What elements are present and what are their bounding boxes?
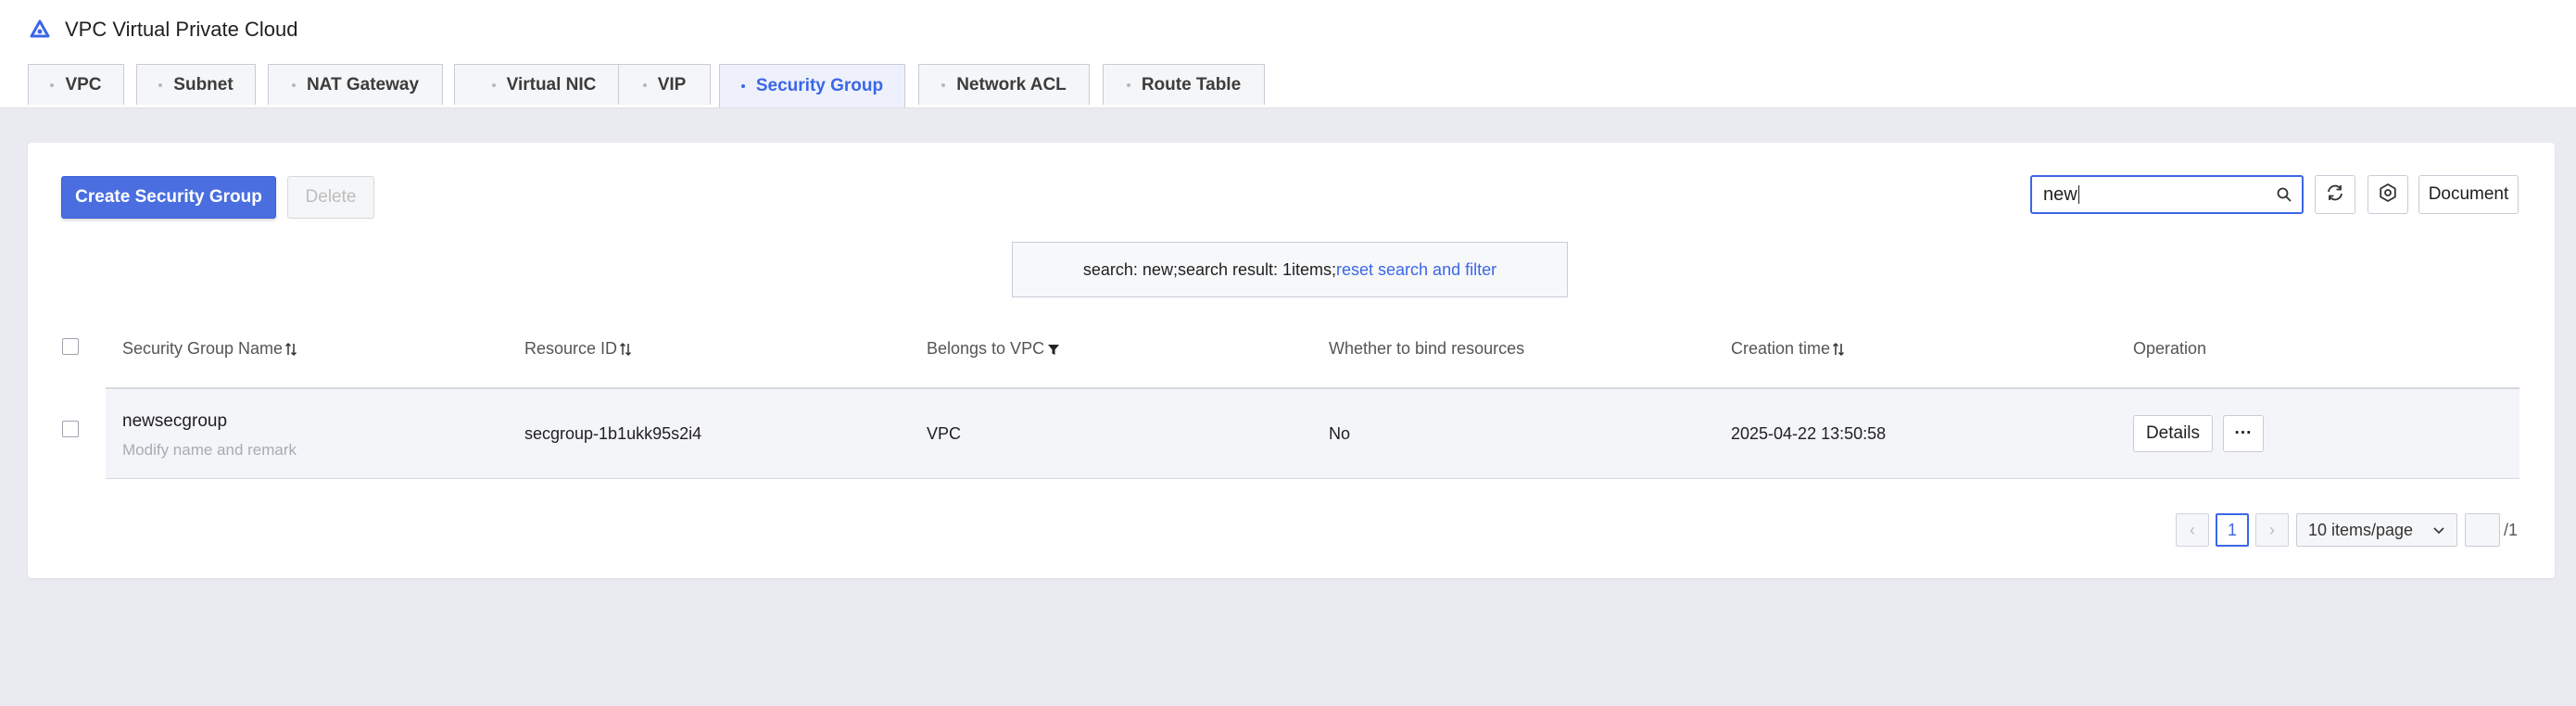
tab-label: Security Group <box>755 76 884 95</box>
tab-dot-icon <box>158 82 163 87</box>
tab-vpc[interactable]: VPC <box>28 64 124 105</box>
app-title: VPC Virtual Private Cloud <box>30 15 298 44</box>
tab-label: Subnet <box>173 74 234 95</box>
tab-dot-icon <box>740 84 745 88</box>
total-pages: /1 <box>2504 521 2519 539</box>
belongs-to-vpc: VPC <box>927 424 962 443</box>
tab-label: VIP <box>657 74 687 95</box>
details-button[interactable]: Details <box>2133 415 2213 452</box>
column-header-label: Creation time <box>1731 339 1831 358</box>
tab-label: Virtual NIC <box>506 74 597 95</box>
settings-button[interactable] <box>2368 175 2408 214</box>
top-bar: VPC Virtual Private Cloud VPC Subnet NAT… <box>0 0 2576 108</box>
table-row: newsecgroup Modify name and remark secgr… <box>106 389 2519 479</box>
content-card: Create Security Group Delete new Documen… <box>28 143 2555 578</box>
tab-dot-icon <box>1126 82 1130 87</box>
tab-dot-icon <box>50 82 55 87</box>
tab-dot-icon <box>642 82 647 87</box>
filter-icon[interactable] <box>1047 342 1060 357</box>
sort-icon[interactable] <box>619 341 632 358</box>
gear-icon <box>2378 183 2398 208</box>
tab-label: VPC <box>65 74 102 95</box>
row-checkbox[interactable] <box>62 421 79 437</box>
search-icon[interactable] <box>2276 186 2292 203</box>
tab-vip[interactable]: VIP <box>618 64 711 105</box>
select-all-checkbox[interactable] <box>62 338 79 355</box>
search-input[interactable]: new <box>2030 175 2304 214</box>
column-header-operation: Operation <box>2133 339 2206 359</box>
column-header-label: Security Group Name <box>122 339 284 358</box>
sort-icon[interactable] <box>1832 341 1845 358</box>
refresh-icon <box>2325 183 2345 208</box>
prev-page-button[interactable]: ‹ <box>2176 513 2209 547</box>
tab-virtual-nic[interactable]: Virtual NIC <box>454 64 634 105</box>
vpc-logo-icon <box>30 19 50 40</box>
chevron-down-icon <box>2432 521 2445 540</box>
tab-security-group[interactable]: Security Group <box>719 64 905 107</box>
page-size-value: 10 items/page <box>2308 520 2414 539</box>
page-title: VPC Virtual Private Cloud <box>65 18 298 41</box>
bind-resources-status: No <box>1329 424 1351 443</box>
tab-label: NAT Gateway <box>306 74 420 95</box>
column-header-name[interactable]: Security Group Name <box>122 339 297 359</box>
column-header-creation-time[interactable]: Creation time <box>1731 339 1845 359</box>
column-header-resource-id[interactable]: Resource ID <box>524 339 632 359</box>
column-header-bind-resources: Whether to bind resources <box>1329 339 1524 359</box>
tab-label: Network ACL <box>956 74 1067 95</box>
tab-route-table[interactable]: Route Table <box>1103 64 1265 105</box>
column-header-label: Belongs to VPC <box>927 339 1045 358</box>
creation-time: 2025-04-22 13:50:58 <box>1731 424 1887 443</box>
page-number-current[interactable]: 1 <box>2216 513 2249 547</box>
next-page-button[interactable]: › <box>2255 513 2289 547</box>
tab-dot-icon <box>491 82 496 87</box>
more-actions-button[interactable]: ··· <box>2223 415 2264 452</box>
column-header-label: Resource ID <box>524 339 618 358</box>
create-security-group-button[interactable]: Create Security Group <box>61 176 276 219</box>
tab-label: Route Table <box>1141 74 1242 95</box>
search-result-text: search: new;search result: 1items; <box>1082 259 1337 279</box>
delete-button[interactable]: Delete <box>287 176 374 219</box>
sort-icon[interactable] <box>284 341 297 358</box>
document-button[interactable]: Document <box>2418 175 2519 214</box>
column-header-label: Operation <box>2133 339 2207 358</box>
search-input-value: new <box>2043 184 2276 206</box>
reset-search-link[interactable]: reset search and filter <box>1336 260 1496 280</box>
page-size-select[interactable]: 10 items/page <box>2296 513 2457 547</box>
security-group-name[interactable]: newsecgroup <box>122 411 227 432</box>
tab-subnet[interactable]: Subnet <box>136 64 256 105</box>
refresh-button[interactable] <box>2315 175 2355 214</box>
tab-dot-icon <box>941 82 946 87</box>
tab-dot-icon <box>291 82 296 87</box>
tab-network-acl[interactable]: Network ACL <box>918 64 1090 105</box>
resource-id: secgroup-1b1ukk95s2i4 <box>524 424 702 443</box>
text-caret <box>2077 185 2079 205</box>
modify-name-remark-link[interactable]: Modify name and remark <box>122 441 297 460</box>
column-header-vpc[interactable]: Belongs to VPC <box>927 339 1060 359</box>
column-header-label: Whether to bind resources <box>1329 339 1525 358</box>
tab-nat-gateway[interactable]: NAT Gateway <box>268 64 443 105</box>
search-query-text: new <box>2043 183 2077 205</box>
page-jump-input[interactable] <box>2465 513 2500 547</box>
search-result-banner: search: new;search result: 1items; reset … <box>1012 242 1568 297</box>
